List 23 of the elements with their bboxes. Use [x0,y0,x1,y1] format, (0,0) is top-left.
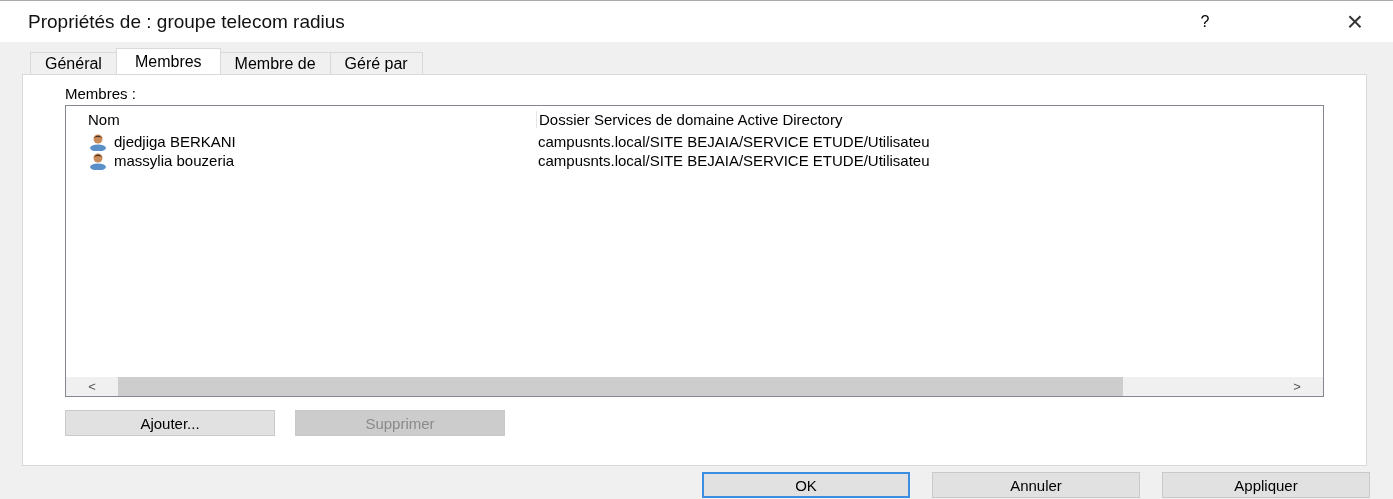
tab[interactable]: Général [30,52,117,74]
members-label: Membres : [65,85,137,102]
member-name[interactable]: massylia bouzeria [114,152,235,169]
column-header[interactable]: Nom [66,110,536,128]
user-icon [88,151,108,170]
window-title: Propriétés de : groupe telecom radius [28,10,346,33]
scroll-right-button[interactable]: > [1271,379,1323,394]
user-icon [88,132,108,151]
tab[interactable]: Géré par [329,52,423,74]
dialog-button[interactable]: Annuler [932,472,1140,498]
scrollbar-thumb[interactable] [118,377,1123,396]
tab[interactable]: Membres [115,48,221,74]
member-folder: campusnts.local/SITE BEJAIA/SERVICE ETUDE/Utilisateu [537,152,931,169]
scroll-left-button[interactable]: < [66,379,118,394]
column-header[interactable]: Dossier Services de domaine Active Directory [536,110,1323,128]
close-button[interactable]: × [1335,5,1375,38]
horizontal-scrollbar[interactable]: < > [66,377,1323,396]
list-button[interactable]: Ajouter... [65,410,275,436]
help-button[interactable]: ? [1185,12,1225,31]
member-folder: campusnts.local/SITE BEJAIA/SERVICE ETUDE/Utilisateu [537,133,931,150]
dialog-button[interactable]: OK [702,472,910,498]
member-name[interactable]: djedjiga BERKANI [114,133,236,150]
dialog-button[interactable]: Appliquer [1162,472,1370,498]
